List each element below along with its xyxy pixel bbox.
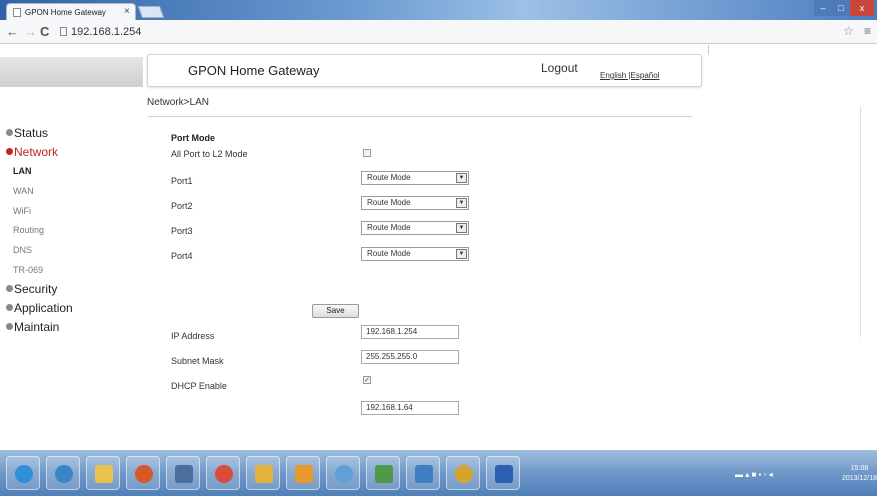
all-port-l2-checkbox[interactable] [363, 149, 371, 157]
close-icon[interactable]: × [124, 6, 130, 17]
logout-link[interactable]: Logout [541, 61, 578, 75]
chevron-down-icon: ▼ [456, 198, 467, 208]
port4-label: Port4 [171, 251, 193, 261]
sidebar-section-status[interactable]: Status [6, 126, 48, 140]
dhcp-enable-label: DHCP Enable [171, 381, 227, 391]
browser-icon [335, 465, 353, 483]
ip-address-label: IP Address [171, 331, 215, 341]
port4-select[interactable]: Route Mode ▼ [361, 247, 469, 261]
outlook-icon [295, 465, 313, 483]
contacts-icon [375, 465, 393, 483]
port3-label: Port3 [171, 226, 193, 236]
taskbar-notes[interactable] [246, 456, 280, 490]
ip-address-input[interactable]: 192.168.1.254 [361, 325, 459, 339]
port1-select[interactable]: Route Mode ▼ [361, 171, 469, 185]
bullet-icon [6, 323, 13, 330]
taskbar-app[interactable] [166, 456, 200, 490]
window-controls: – □ x [814, 0, 874, 16]
taskbar-browser[interactable] [326, 456, 360, 490]
save-button[interactable]: Save [312, 304, 359, 318]
port2-select[interactable]: Route Mode ▼ [361, 196, 469, 210]
url-text: 192.168.1.254 [71, 26, 142, 38]
browser-tab[interactable]: GPON Home Gateway × [6, 3, 136, 20]
tab-title: GPON Home Gateway [25, 8, 106, 17]
minimize-button[interactable]: – [814, 0, 832, 16]
bookmark-star-icon[interactable]: ☆ [843, 24, 854, 38]
sidebar-section-security[interactable]: Security [6, 282, 57, 296]
close-window-button[interactable]: x [850, 0, 874, 16]
all-port-l2-label: All Port to L2 Mode [171, 149, 248, 159]
sidebar-item-wan[interactable]: WAN [13, 186, 34, 196]
taskbar-contacts[interactable] [366, 456, 400, 490]
bullet-icon [6, 129, 13, 136]
bullet-icon [6, 304, 13, 311]
page-icon [13, 8, 21, 17]
port2-label: Port2 [171, 201, 193, 211]
browser-titlebar: GPON Home Gateway × – □ x [0, 0, 877, 20]
reload-icon[interactable]: C [40, 24, 49, 39]
chat-icon [415, 465, 433, 483]
address-bar[interactable]: 192.168.1.254 [56, 23, 836, 41]
taskbar-firefox[interactable] [126, 456, 160, 490]
app-icon [175, 465, 193, 483]
bullet-icon [6, 285, 13, 292]
bullet-icon [6, 148, 13, 155]
port1-label: Port1 [171, 176, 193, 186]
breadcrumb: Network>LAN [147, 97, 209, 108]
subnet-mask-input[interactable]: 255.255.255.0 [361, 350, 459, 364]
chevron-down-icon: ▼ [456, 249, 467, 259]
word-icon [495, 465, 513, 483]
taskbar-outlook[interactable] [286, 456, 320, 490]
page-title: GPON Home Gateway [188, 63, 320, 78]
sidebar-item-lan[interactable]: LAN [13, 166, 32, 176]
windows-logo-icon [15, 465, 33, 483]
divider [708, 45, 709, 55]
taskbar-chrome[interactable] [206, 456, 240, 490]
taskbar-ie[interactable] [46, 456, 80, 490]
new-tab-button[interactable] [137, 6, 165, 18]
taskbar-media[interactable] [446, 456, 480, 490]
maximize-button[interactable]: □ [832, 0, 850, 16]
dhcp-enable-checkbox[interactable]: ✓ [363, 376, 371, 384]
sidebar-section-network[interactable]: Network [6, 145, 58, 159]
taskbar-explorer[interactable] [86, 456, 120, 490]
subnet-mask-label: Subnet Mask [171, 356, 224, 366]
back-icon[interactable]: ← [6, 24, 19, 39]
clock-date: 2013/12/18 [842, 475, 877, 482]
chevron-down-icon: ▼ [456, 173, 467, 183]
language-link[interactable]: English |Español [600, 71, 659, 80]
sidebar-item-wifi[interactable]: WiFi [13, 206, 31, 216]
internet-explorer-icon [55, 465, 73, 483]
chrome-icon [215, 465, 233, 483]
clock[interactable]: 15:08 2013/12/18 [842, 464, 877, 484]
sidebar-header-bar [0, 57, 143, 87]
taskbar-chat[interactable] [406, 456, 440, 490]
menu-icon[interactable]: ≡ [864, 24, 871, 38]
sidebar-section-application[interactable]: Application [6, 301, 73, 315]
firefox-icon [135, 465, 153, 483]
chevron-down-icon: ▼ [456, 223, 467, 233]
scrollbar[interactable] [860, 107, 874, 337]
browser-toolbar: ← → C 192.168.1.254 ☆ ≡ [0, 20, 877, 44]
page-icon [60, 27, 67, 36]
taskbar-word[interactable] [486, 456, 520, 490]
clock-time: 15:08 [850, 465, 869, 472]
folder-icon [95, 465, 113, 483]
taskbar: ▬ ▴ ■ ▪ ▫ ◂ 15:08 2013/12/18 [0, 450, 877, 496]
sidebar-item-routing[interactable]: Routing [13, 225, 44, 235]
sidebar-section-maintain[interactable]: Maintain [6, 320, 59, 334]
port-mode-heading: Port Mode [171, 133, 215, 143]
media-icon [455, 465, 473, 483]
start-button[interactable] [6, 456, 40, 490]
port3-select[interactable]: Route Mode ▼ [361, 221, 469, 235]
page-content: GPON Home Gateway Logout English |Españo… [0, 45, 877, 450]
notes-icon [255, 465, 273, 483]
sidebar-item-dns[interactable]: DNS [13, 245, 32, 255]
sidebar-item-tr069[interactable]: TR-069 [13, 265, 43, 275]
header-panel: GPON Home Gateway Logout English |Españo… [147, 54, 702, 87]
dhcp-start-ip-input[interactable]: 192.168.1.64 [361, 401, 459, 415]
divider [148, 116, 692, 117]
system-tray[interactable]: ▬ ▴ ■ ▪ ▫ ◂ [735, 470, 773, 479]
forward-icon[interactable]: → [24, 24, 37, 39]
